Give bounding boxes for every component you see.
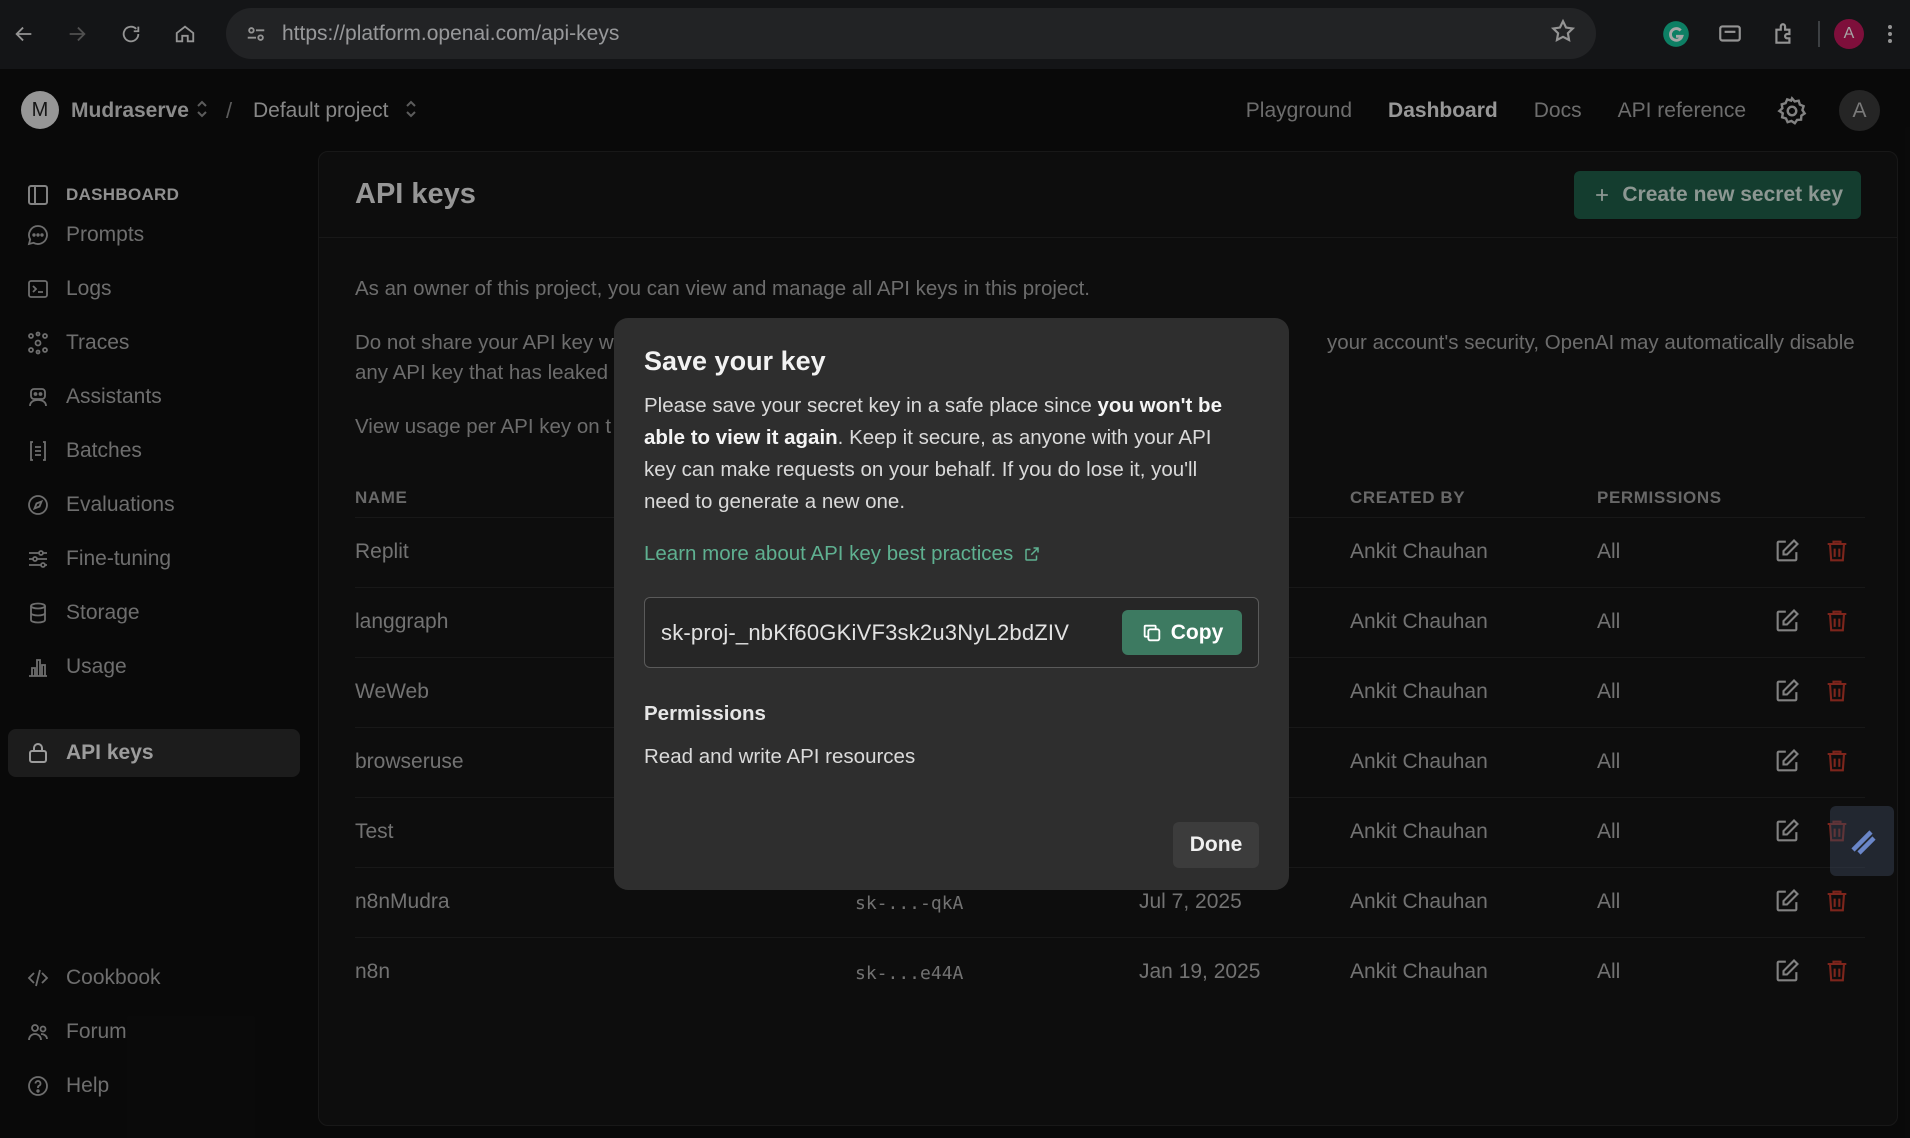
dialog-text-part: Please save your secret key in a safe pl…	[644, 394, 1098, 417]
secret-key-field[interactable]: sk-proj-_nbKf60GKiVF3sk2u3NyL2bdZIV Copy	[644, 597, 1259, 668]
permissions-heading: Permissions	[644, 702, 766, 725]
copy-icon	[1143, 624, 1160, 641]
permissions-value: Read and write API resources	[644, 745, 916, 768]
done-button[interactable]: Done	[1173, 822, 1259, 868]
secret-key-value[interactable]: sk-proj-_nbKf60GKiVF3sk2u3NyL2bdZIV	[661, 620, 1111, 646]
save-key-dialog: Save your key Please save your secret ke…	[614, 318, 1289, 890]
learn-more-link[interactable]: Learn more about API key best practices	[644, 542, 1041, 566]
external-link-icon	[1025, 547, 1039, 561]
dialog-description: Please save your secret key in a safe pl…	[644, 390, 1244, 518]
floating-widget-icon[interactable]	[1830, 806, 1894, 876]
copy-button[interactable]: Copy	[1122, 610, 1242, 655]
copy-label: Copy	[1170, 620, 1224, 644]
learn-more-label: Learn more about API key best practices	[644, 542, 1014, 565]
dialog-title: Save your key	[644, 346, 826, 376]
